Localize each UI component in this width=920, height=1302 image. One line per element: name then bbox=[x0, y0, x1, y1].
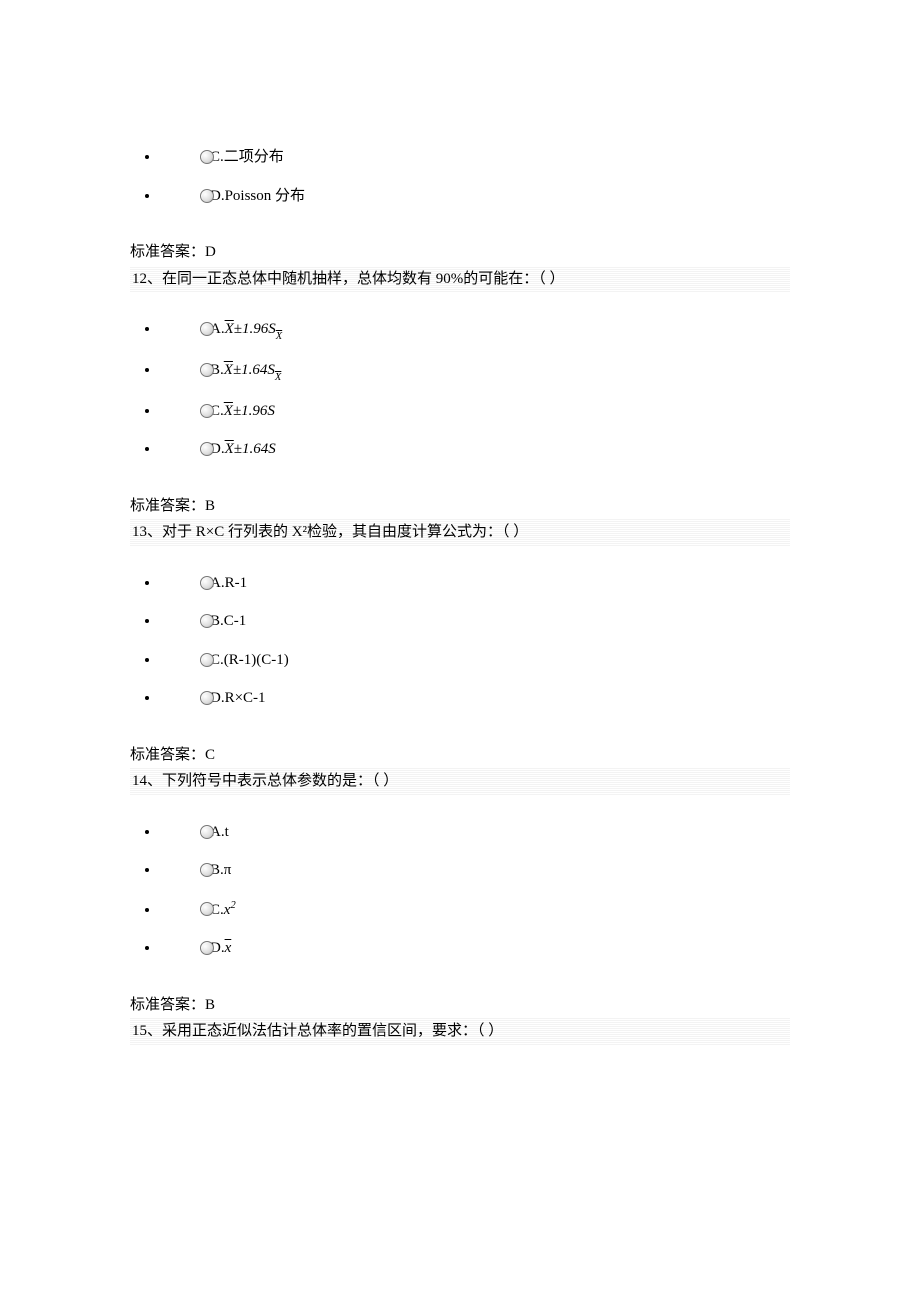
option-label: D.Poisson 分布 bbox=[210, 188, 305, 204]
option-A[interactable]: A.X±1.96SX bbox=[160, 310, 790, 351]
answer-line: 标准答案：C bbox=[130, 742, 790, 769]
option-label: D.X±1.64S bbox=[210, 441, 276, 457]
radio-icon[interactable] bbox=[200, 653, 214, 667]
radio-icon[interactable] bbox=[200, 902, 214, 916]
option-D[interactable]: D.X±1.64S bbox=[160, 430, 790, 469]
radio-icon[interactable] bbox=[200, 614, 214, 628]
option-A[interactable]: A.R-1 bbox=[160, 564, 790, 603]
answer-value: B bbox=[205, 498, 215, 514]
option-A[interactable]: A.t bbox=[160, 813, 790, 852]
answer-label: 标准答案： bbox=[130, 498, 205, 514]
option-C[interactable]: C.X±1.96S bbox=[160, 392, 790, 431]
answer-line: 标准答案：B bbox=[130, 493, 790, 520]
radio-icon[interactable] bbox=[200, 150, 214, 164]
radio-icon[interactable] bbox=[200, 189, 214, 203]
q11-options: C.二项分布 D.Poisson 分布 bbox=[130, 138, 790, 215]
answer-value: D bbox=[205, 244, 216, 260]
answer-label: 标准答案： bbox=[130, 244, 205, 260]
q14-options: A.t B.π C.x2 D.x bbox=[130, 813, 790, 968]
option-label: A.X±1.96SX bbox=[210, 321, 282, 337]
option-label: C.(R-1)(C-1) bbox=[210, 652, 289, 668]
option-B[interactable]: B.C-1 bbox=[160, 602, 790, 641]
option-C[interactable]: C.二项分布 bbox=[160, 138, 790, 177]
answer-value: C bbox=[205, 747, 215, 763]
radio-icon[interactable] bbox=[200, 825, 214, 839]
radio-icon[interactable] bbox=[200, 941, 214, 955]
option-C[interactable]: C.(R-1)(C-1) bbox=[160, 641, 790, 680]
option-B[interactable]: B.X±1.64SX bbox=[160, 351, 790, 392]
radio-icon[interactable] bbox=[200, 322, 214, 336]
option-label: A.R-1 bbox=[210, 575, 247, 591]
answer-label: 标准答案： bbox=[130, 997, 205, 1013]
question-12: 12、在同一正态总体中随机抽样，总体均数有 90%的可能在：（ ） bbox=[130, 266, 790, 293]
option-label: B.X±1.64SX bbox=[210, 362, 281, 378]
q12-options: A.X±1.96SX B.X±1.64SX C.X±1.96S D.X±1.64… bbox=[130, 310, 790, 469]
option-label: C.X±1.96S bbox=[210, 403, 275, 419]
option-D[interactable]: D.Poisson 分布 bbox=[160, 177, 790, 216]
question-15: 15、采用正态近似法估计总体率的置信区间，要求：（ ） bbox=[130, 1018, 790, 1045]
option-B[interactable]: B.π bbox=[160, 851, 790, 890]
radio-icon[interactable] bbox=[200, 442, 214, 456]
radio-icon[interactable] bbox=[200, 863, 214, 877]
radio-icon[interactable] bbox=[200, 691, 214, 705]
radio-icon[interactable] bbox=[200, 363, 214, 377]
option-label: D.R×C-1 bbox=[210, 690, 266, 706]
radio-icon[interactable] bbox=[200, 576, 214, 590]
answer-line: 标准答案：D bbox=[130, 239, 790, 266]
answer-line: 标准答案：B bbox=[130, 992, 790, 1019]
question-14: 14、下列符号中表示总体参数的是：（ ） bbox=[130, 768, 790, 795]
option-D[interactable]: D.R×C-1 bbox=[160, 679, 790, 718]
option-C[interactable]: C.x2 bbox=[160, 890, 790, 930]
option-label: C.二项分布 bbox=[210, 149, 284, 165]
option-label: B.C-1 bbox=[210, 613, 246, 629]
option-D[interactable]: D.x bbox=[160, 929, 790, 968]
answer-value: B bbox=[205, 997, 215, 1013]
radio-icon[interactable] bbox=[200, 404, 214, 418]
answer-label: 标准答案： bbox=[130, 747, 205, 763]
q13-options: A.R-1 B.C-1 C.(R-1)(C-1) D.R×C-1 bbox=[130, 564, 790, 718]
question-13: 13、对于 R×C 行列表的 X²检验，其自由度计算公式为：（ ） bbox=[130, 519, 790, 546]
